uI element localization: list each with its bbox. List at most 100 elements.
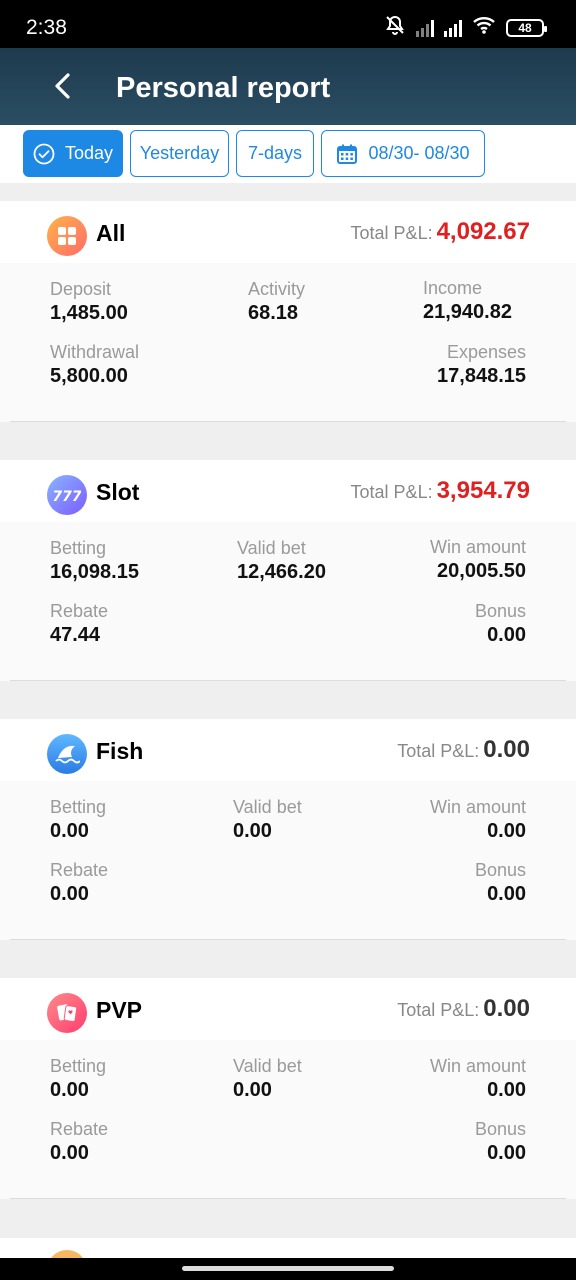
stat-value: 0.00: [487, 820, 526, 842]
stat-bonus: Bonus 0.00: [475, 1118, 526, 1165]
stat-label: Deposit: [50, 279, 112, 299]
stat-label: Bonus: [474, 601, 526, 621]
stat-value: 12,466.20: [237, 561, 326, 583]
stat-expenses: Expenses 17,848.15: [437, 341, 526, 388]
stat-betting: Betting 0.00: [50, 1055, 106, 1102]
stat-label: Rebate: [50, 860, 109, 880]
status-bar: 2:38 48: [0, 0, 576, 48]
status-time: 2:38: [26, 16, 67, 39]
stat-value: 0.00: [487, 1079, 526, 1101]
fish-category-icon: [47, 734, 87, 774]
report-card-slot: 777 Slot Total P&L: 3,954.79 Betting 16,0…: [0, 460, 576, 681]
filter-today-button[interactable]: Today: [23, 130, 123, 177]
total-pnl-value: 3,954.79: [436, 477, 530, 504]
calendar-icon: [336, 143, 358, 165]
filter-7days-button[interactable]: 7-days: [236, 130, 314, 177]
divider: [10, 421, 566, 422]
filter-7days-label: 7-days: [247, 143, 303, 163]
stat-label: Betting: [50, 797, 107, 817]
stat-value: 0.00: [50, 1142, 89, 1164]
stat-value: 0.00: [233, 1079, 272, 1101]
chevron-left-icon: [46, 73, 82, 108]
stat-label: Betting: [50, 538, 107, 558]
stat-value: 21,940.82: [423, 301, 512, 323]
stat-value: 1,485.00: [50, 302, 128, 324]
stat-value: 0.00: [50, 1079, 89, 1101]
stat-value: 20,005.50: [437, 560, 526, 582]
date-filter-bar: Today Yesterday 7-days 08/30- 08/30: [0, 125, 576, 183]
stat-label: Win amount: [429, 797, 526, 817]
stat-rebate: Rebate 47.44: [50, 600, 108, 647]
stat-value: 17,848.15: [437, 365, 526, 387]
card-header: Fish Total P&L: 0.00: [0, 719, 576, 781]
report-card-all: All Total P&L: 4,092.67 Deposit 1,485.00 …: [0, 201, 576, 422]
back-button[interactable]: [46, 68, 82, 104]
stat-deposit: Deposit 1,485.00: [50, 278, 128, 325]
stat-rebate: Rebate 0.00: [50, 1118, 108, 1165]
stat-label: Bonus: [474, 1119, 526, 1139]
report-card-pvp: PVP Total P&L: 0.00 Betting 0.00 Valid be…: [0, 978, 576, 1199]
stat-value: 47.44: [50, 624, 101, 646]
stat-income: Income 21,940.82: [423, 277, 512, 324]
card-header: All Total P&L: 4,092.67: [0, 201, 576, 263]
card-header: PVP Total P&L: 0.00: [0, 978, 576, 1040]
total-pnl: Total P&L: 0.00: [397, 995, 530, 1023]
battery-icon: 48: [506, 18, 547, 37]
stat-valid-bet: Valid bet 0.00: [233, 796, 302, 843]
total-pnl-value: 0.00: [483, 995, 530, 1022]
svg-text:777: 777: [53, 489, 81, 505]
card-title: PVP: [96, 997, 143, 1023]
stat-label: Rebate: [50, 601, 109, 621]
stat-value: 0.00: [487, 883, 526, 905]
divider: [10, 939, 566, 940]
card-title: All: [96, 220, 126, 246]
stat-valid-bet: Valid bet 12,466.20: [237, 537, 326, 584]
stat-value: 5,800.00: [50, 365, 128, 387]
total-pnl-label: Total P&L:: [397, 1000, 480, 1020]
stat-label: Income: [423, 278, 483, 298]
stat-label: Bonus: [474, 860, 526, 880]
total-pnl: Total P&L: 0.00: [397, 736, 530, 764]
total-pnl: Total P&L: 4,092.67: [351, 218, 530, 246]
report-card-partial: [0, 1238, 576, 1270]
stat-betting: Betting 0.00: [50, 796, 106, 843]
stat-value: 68.18: [248, 302, 299, 324]
home-gesture-handle[interactable]: [182, 1266, 394, 1271]
stat-betting: Betting 16,098.15: [50, 537, 139, 584]
total-pnl-label: Total P&L:: [350, 223, 433, 243]
total-pnl-value: 0.00: [483, 736, 530, 763]
date-range-button[interactable]: 08/30- 08/30: [321, 130, 485, 177]
stat-label: Valid bet: [233, 797, 302, 817]
stat-value: 16,098.15: [50, 561, 139, 583]
app-header: Personal report: [0, 48, 576, 125]
stat-value: 0.00: [487, 624, 526, 646]
stat-label: Win amount: [429, 1056, 526, 1076]
filter-today-label: Today: [64, 143, 114, 163]
card-title: Slot: [96, 479, 140, 505]
stat-value: 0.00: [50, 820, 89, 842]
wifi-icon: [472, 15, 496, 40]
system-nav-bar: [0, 1258, 576, 1280]
check-circle-icon: [33, 143, 55, 165]
total-pnl-label: Total P&L:: [397, 741, 480, 761]
filter-yesterday-button[interactable]: Yesterday: [130, 130, 229, 177]
stat-bonus: Bonus 0.00: [475, 859, 526, 906]
stat-value: 0.00: [487, 1142, 526, 1164]
total-pnl-label: Total P&L:: [350, 482, 433, 502]
stat-value: 0.00: [233, 820, 272, 842]
stat-label: Valid bet: [233, 1056, 302, 1076]
stat-withdrawal: Withdrawal 5,800.00: [50, 341, 139, 388]
stat-win-amount: Win amount 20,005.50: [430, 536, 526, 583]
page-title: Personal report: [116, 72, 331, 104]
report-card-fish: Fish Total P&L: 0.00 Betting 0.00 Valid b…: [0, 719, 576, 940]
divider: [10, 680, 566, 681]
filter-yesterday-label: Yesterday: [139, 143, 220, 163]
pvp-category-icon: [47, 993, 87, 1033]
total-pnl: Total P&L: 3,954.79: [351, 477, 530, 505]
stat-label: Win amount: [429, 537, 526, 557]
stat-label: Valid bet: [237, 538, 306, 558]
card-header: 777 Slot Total P&L: 3,954.79: [0, 460, 576, 522]
stat-win-amount: Win amount 0.00: [430, 1055, 526, 1102]
stat-label: Activity: [248, 279, 306, 299]
stat-label: Withdrawal: [50, 342, 140, 362]
